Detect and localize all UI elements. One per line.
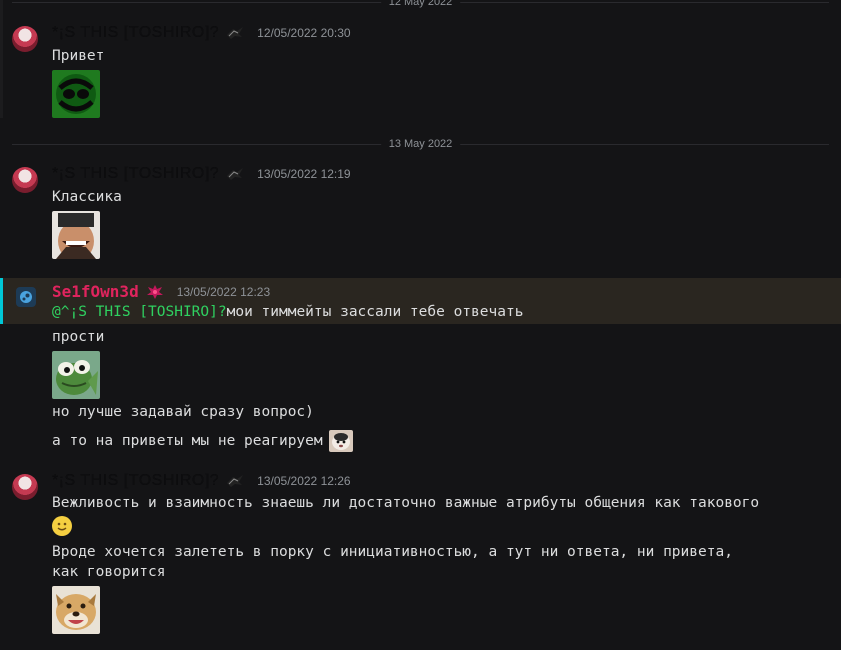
avatar[interactable] [12, 167, 38, 193]
timestamp: 13/05/2022 12:23 [176, 284, 271, 299]
emote-image[interactable] [52, 586, 100, 634]
inline-emote-image[interactable] [328, 430, 353, 452]
date-divider-label: 12 May 2022 [380, 0, 461, 9]
dragon-badge-icon [227, 27, 244, 39]
message-text: Вежливость и взаимность знаешь ли достат… [52, 495, 760, 511]
dragon-badge-icon [227, 475, 244, 487]
message-text: прости [52, 329, 105, 345]
timestamp: 13/05/2022 12:19 [257, 167, 351, 181]
message-text: @^¡S THIS [TOSHIRO]?мои тиммейты зассали… [52, 302, 523, 322]
message-text-content: мои тиммейты зассали тебе отвечать [226, 304, 524, 320]
mention-accent-bar [0, 278, 3, 324]
timestamp: 12/05/2022 20:30 [257, 26, 351, 40]
message-text: а то на приветы мы не реагируем [52, 430, 353, 452]
emote-image[interactable] [52, 211, 100, 259]
author-name[interactable]: Se1fOwn3d [52, 282, 139, 301]
avatar[interactable] [16, 287, 36, 307]
emote-image[interactable] [52, 70, 100, 118]
user-mention[interactable]: @^¡S THIS [TOSHIRO]? [52, 304, 227, 320]
author-name[interactable]: *¡S THIS [TOSHIRO]? [52, 472, 219, 490]
message-text: но лучше задавай сразу вопрос) [52, 404, 314, 420]
timestamp: 13/05/2022 12:26 [257, 474, 351, 488]
emoji-container [52, 515, 72, 536]
left-edge-bar [0, 0, 3, 118]
steam-logo-icon [20, 291, 32, 303]
author-name[interactable]: *¡S THIS [TOSHIRO]? [52, 165, 219, 183]
message-text-content: а то на приветы мы не реагируем [52, 433, 323, 449]
avatar[interactable] [12, 474, 38, 500]
date-divider: 12 May 2022 [12, 0, 829, 9]
avatar[interactable] [12, 26, 38, 52]
dragon-badge-icon [227, 168, 244, 180]
message-text: Вроде хочется залететь в порку с инициат… [52, 544, 733, 580]
message-text: Классика [52, 189, 122, 205]
slight-smile-icon [52, 515, 72, 536]
date-divider: 13 May 2022 [12, 137, 829, 151]
emote-image[interactable] [52, 351, 100, 399]
date-divider-label: 13 May 2022 [380, 137, 461, 151]
message-text: Привет [52, 48, 105, 64]
demon-badge-icon [146, 284, 163, 299]
author-name[interactable]: *¡S THIS [TOSHIRO]? [52, 24, 219, 42]
